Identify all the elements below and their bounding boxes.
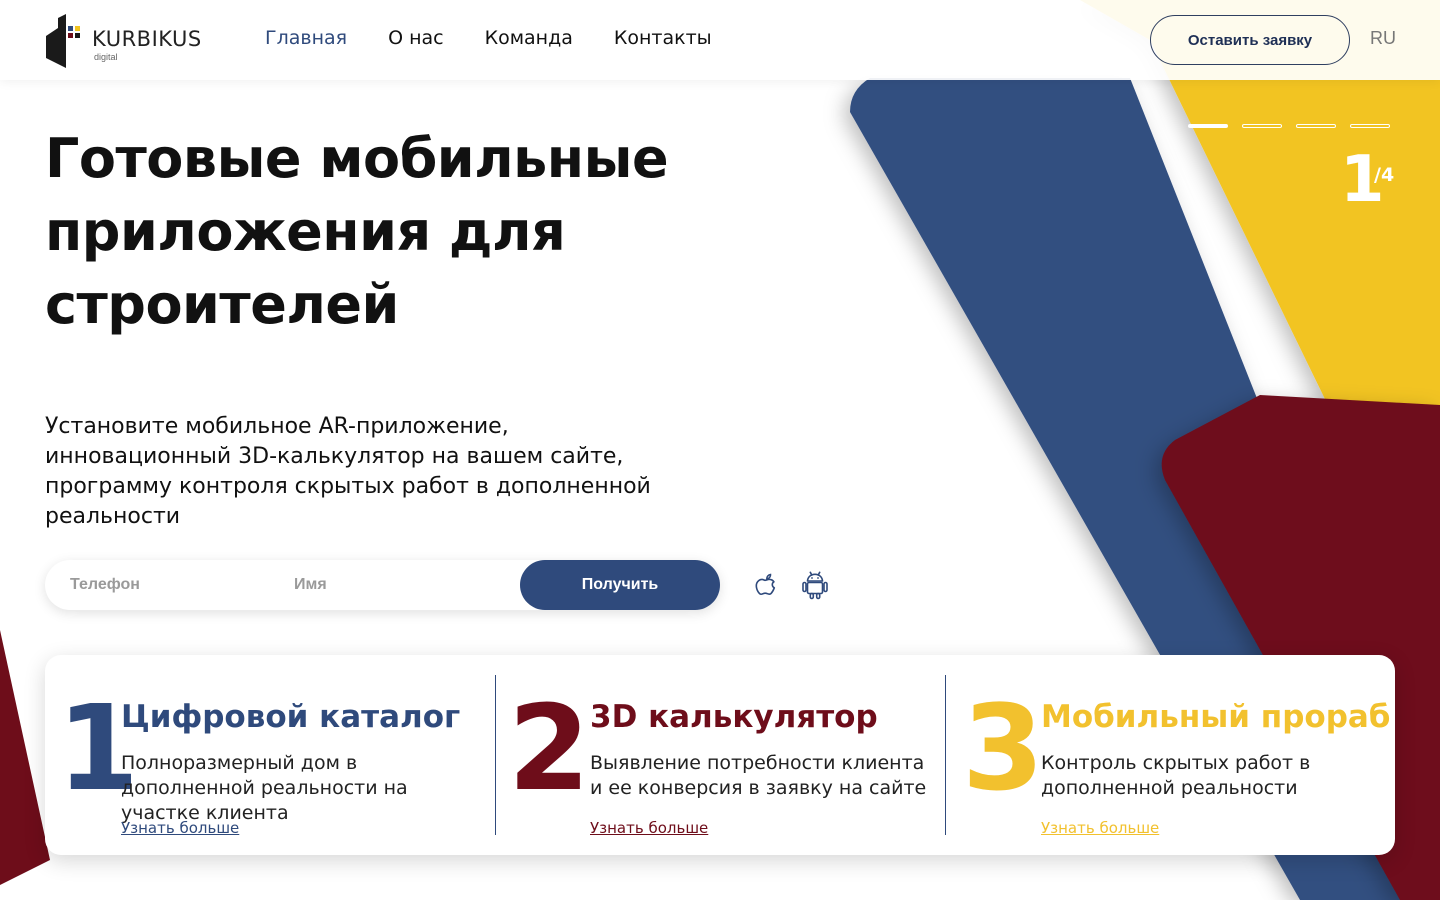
- phone-input[interactable]: [70, 560, 270, 610]
- feature-number: 2: [508, 679, 590, 817]
- logo-name: KURBIKUS: [92, 27, 202, 51]
- slider-dot[interactable]: [1350, 124, 1390, 128]
- feature-foreman: 3 Мобильный прораб Контроль скрытых рабо…: [950, 655, 1390, 855]
- nav-item-about[interactable]: О нас: [388, 27, 444, 49]
- learn-more-link[interactable]: Узнать больше: [1041, 819, 1159, 837]
- feature-title: 3D калькулятор: [590, 699, 878, 735]
- learn-more-link[interactable]: Узнать больше: [590, 819, 708, 837]
- request-button[interactable]: Оставить заявку: [1150, 15, 1350, 65]
- nav-item-team[interactable]: Команда: [485, 27, 573, 49]
- feature-number: 3: [962, 679, 1044, 817]
- name-input[interactable]: [294, 560, 514, 610]
- feature-description: Выявление потребности клиента и ее конве…: [590, 752, 927, 799]
- logo-subtitle: digital: [94, 52, 118, 62]
- feature-title: Цифровой каталог: [121, 699, 461, 735]
- slide-total: /4: [1374, 164, 1395, 186]
- logo-building-icon: [46, 14, 80, 68]
- site-header: KURBIKUS digital Главная О нас Команда К…: [0, 0, 1440, 80]
- nav-item-contacts[interactable]: Контакты: [614, 27, 712, 49]
- slider-dot[interactable]: [1242, 124, 1282, 128]
- burgundy-shape-left: [0, 630, 50, 885]
- main-nav: Главная О нас Команда Контакты: [265, 27, 712, 49]
- apple-icon[interactable]: [748, 568, 782, 602]
- lead-form: Получить: [45, 560, 720, 610]
- feature-calculator: 2 3D калькулятор Выявление потребности к…: [500, 655, 940, 855]
- hero-title: Готовые мобильные приложения для строите…: [45, 127, 669, 336]
- feature-description: Контроль скрытых работ в дополненной реа…: [1041, 752, 1311, 799]
- language-switch[interactable]: RU: [1370, 28, 1396, 49]
- features-card: 1 Цифровой каталог Полноразмерный дом в …: [45, 655, 1395, 855]
- android-icon[interactable]: [798, 568, 832, 602]
- learn-more-link[interactable]: Узнать больше: [121, 819, 239, 837]
- logo[interactable]: KURBIKUS digital: [44, 14, 214, 68]
- slide-counter: 1 /4: [1340, 140, 1394, 220]
- slider-dot[interactable]: [1188, 124, 1228, 128]
- feature-description: Полноразмерный дом в дополненной реально…: [121, 752, 408, 824]
- slider-dot[interactable]: [1296, 124, 1336, 128]
- nav-item-home[interactable]: Главная: [265, 27, 347, 49]
- submit-button[interactable]: Получить: [520, 560, 720, 610]
- feature-catalog: 1 Цифровой каталог Полноразмерный дом в …: [45, 655, 485, 855]
- feature-divider: [495, 675, 496, 835]
- hero-description: Установите мобильное AR-приложение, инно…: [45, 414, 651, 529]
- slider-dots: [1188, 124, 1390, 128]
- feature-divider: [945, 675, 946, 835]
- feature-title: Мобильный прораб: [1041, 699, 1391, 735]
